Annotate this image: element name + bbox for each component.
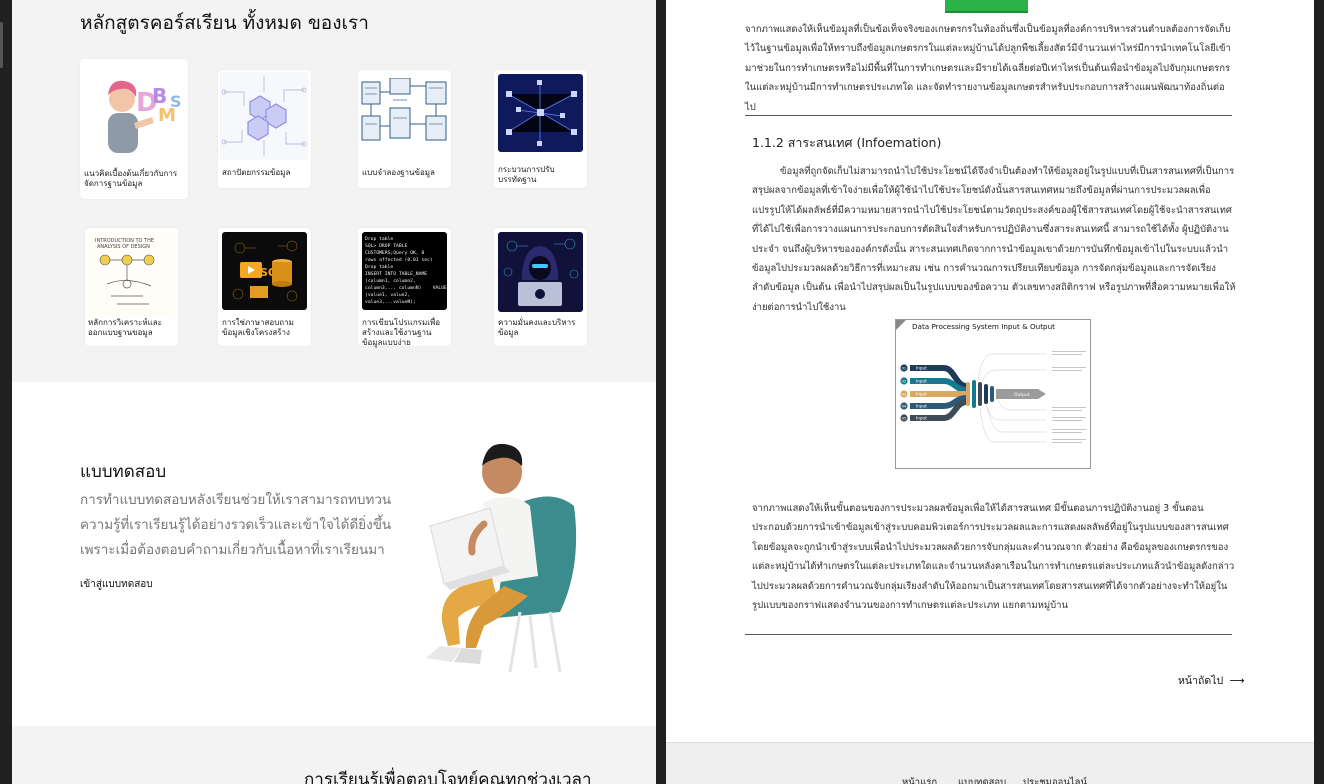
figure-placeholder-text	[1052, 417, 1086, 418]
course-card-normalization[interactable]: กระบวนการปรับบรรทัดฐาน	[494, 70, 587, 188]
quiz-entry-link[interactable]: เข้าสู่แบบทดสอบ	[80, 577, 153, 592]
sql-database-icon: SQL	[222, 232, 307, 310]
figure-placeholder-text	[1052, 429, 1086, 430]
top-accent-bar	[945, 0, 1028, 13]
course-page: หลักสูตรคอร์สเรียน ทั้งหมด ของเรา D B M …	[12, 0, 656, 784]
figure-callout-line	[981, 369, 1046, 383]
footer: หน้าแรก แบบทดสอบ ประชุมออนไลน์	[666, 742, 1314, 784]
screen: หลักสูตรคอร์สเรียน ทั้งหมด ของเรา D B M …	[0, 0, 1324, 784]
course-card-sql-query[interactable]: SQL การใช่ภาษาสอบถามข้อมูลเชิงโครงสร้าง	[218, 228, 311, 346]
course-card-db-programming[interactable]: Drop table SQL> DROP TABLE CUSTOMERS;Que…	[358, 228, 451, 347]
footer-link-quiz[interactable]: แบบทดสอบ	[958, 775, 1006, 784]
sql-terminal-icon: Drop table SQL> DROP TABLE CUSTOMERS;Que…	[362, 232, 447, 310]
course-card-dbms-concepts[interactable]: D B M S แนวคิดเบื้องต้นเกี่ยวกับการจัดกา…	[80, 59, 188, 199]
course-card-caption: การใช่ภาษาสอบถามข้อมูลเชิงโครงสร้าง	[222, 318, 294, 337]
figure-step-number: 01	[902, 367, 907, 371]
figure-placeholder-text	[1052, 442, 1082, 443]
figure-title: Data Processing System Input & Output	[912, 322, 1055, 331]
divider	[745, 115, 1232, 116]
lesson-paragraph-2: ข้อมูลที่ถูกจัดเก็บไม่สามารถนำไปใช้ประโย…	[752, 166, 1236, 313]
svg-text:S: S	[170, 92, 182, 111]
next-page-link[interactable]: หน้าถัดไป ⟶	[1178, 672, 1245, 689]
figure-step-number: 05	[902, 417, 907, 421]
figure-flows: 01 Input 02 Input 03 Input 04 Input 05 Input	[900, 364, 967, 422]
figure-step-number: 04	[902, 405, 907, 409]
figure-placeholder-text	[1052, 367, 1086, 368]
figure-callout-line	[985, 403, 1046, 421]
lesson-page: จากภาพแสดงให้เห็นข้อมูลที่เป็นข้อเท็จจริ…	[666, 0, 1314, 784]
quiz-description: การทำแบบทดสอบหลังเรียนช่วยให้เราสามารถทบ…	[80, 492, 392, 558]
lesson-paragraph-1: จากภาพแสดงให้เห็นข้อมูลที่เป็นข้อเท็จจริ…	[745, 24, 1231, 113]
figure-corner-mark	[896, 320, 906, 330]
courses-section: หลักสูตรคอร์สเรียน ทั้งหมด ของเรา D B M …	[12, 0, 656, 382]
circuit-hexagon-icon	[220, 72, 308, 160]
course-card-caption: แบบจำลองฐานข้อมูล	[362, 168, 435, 177]
course-card-security[interactable]: ความมั่นคงและบริหารข้อมูล	[494, 228, 587, 346]
sql-terminal-text: Drop table SQL> DROP TABLE CUSTOMERS;Que…	[365, 237, 447, 305]
next-page-label: หน้าถัดไป	[1178, 675, 1224, 687]
svg-text:ANALYSIS OF DESIGN: ANALYSIS OF DESIGN	[97, 244, 150, 250]
figure-placeholder-text	[1052, 432, 1082, 433]
learning-section-title: การเรียนรู้เพื่อตอบโจทย์คุณทุกช่วงเวลา	[304, 770, 592, 784]
figure-input-label: Input	[916, 379, 927, 384]
data-processing-figure: Data Processing System Input & Output 01…	[895, 319, 1091, 469]
figure-callout-line	[979, 407, 1046, 443]
course-card-analysis-design[interactable]: INTRODUCTION TO THE ANALYSIS OF DESIGN ห…	[85, 228, 178, 346]
figure-placeholder-text	[1052, 370, 1082, 371]
figure-placeholder-text	[1052, 354, 1082, 355]
quiz-title: แบบทดสอบ	[80, 462, 167, 482]
courses-title: หลักสูตรคอร์สเรียน ทั้งหมด ของเรา	[80, 12, 369, 34]
divider	[745, 634, 1232, 635]
figure-placeholder-text	[1052, 420, 1082, 421]
figure-placeholder-text	[1052, 410, 1082, 411]
footer-link-online-meeting[interactable]: ประชุมออนไลน์	[1023, 775, 1087, 784]
learning-section: การเรียนรู้เพื่อตอบโจทย์คุณทุกช่วงเวลา	[12, 726, 656, 784]
figure-input-label: Input	[916, 366, 927, 371]
course-card-caption: กระบวนการปรับบรรทัดฐาน	[498, 165, 555, 184]
figure-placeholder-text	[1052, 351, 1086, 352]
student-laptop-illustration	[400, 436, 590, 676]
side-handle[interactable]	[0, 22, 3, 68]
network-cubes-icon	[498, 74, 583, 152]
figure-step-number: 02	[902, 380, 907, 384]
data-model-diagram-icon	[360, 78, 449, 144]
hacker-hood-icon	[498, 232, 583, 312]
footer-link-home[interactable]: หน้าแรก	[902, 775, 937, 784]
figure-input-label: Input	[916, 392, 927, 397]
course-card-data-model[interactable]: แบบจำลองฐานข้อมูล	[358, 70, 451, 188]
figure-processor	[966, 380, 994, 408]
dbms-character-icon: D B M S	[86, 65, 182, 161]
figure-input-label: Input	[916, 416, 927, 421]
course-card-caption: หลักการวิเคราะห์และออกแบบฐานขอมูล	[88, 318, 162, 337]
course-card-caption: การเขียนโปรแกรมเพื่อสร้างและใช้งานฐานข้อ…	[362, 318, 441, 347]
figure-output-label: Output	[1014, 392, 1030, 398]
course-card-caption: แนวคิดเบื้องต้นเกี่ยวกับการจัดการฐานข้อม…	[84, 169, 178, 188]
figure-step-number: 03	[902, 393, 907, 397]
figure-callout-line	[977, 353, 1046, 381]
figure-placeholder-text	[1052, 439, 1086, 440]
figure-input-label: Input	[916, 404, 927, 409]
course-card-caption: ความมั่นคงและบริหารข้อมูล	[498, 318, 576, 337]
quiz-section: แบบทดสอบ การทำแบบทดสอบหลังเรียนช่วยให้เร…	[12, 382, 656, 726]
figure-placeholder-text	[1052, 407, 1086, 408]
course-card-data-architecture[interactable]: สถาปัตยกรรมข้อมูล	[218, 70, 311, 188]
lesson-paragraph-3: จากภาพแสดงให้เห็นขั้นตอนของการประมวลผลข้…	[752, 503, 1235, 612]
section-heading-information: 1.1.2 สาระสนเทศ (Infoemation)	[752, 135, 942, 150]
analysis-sketch-icon: INTRODUCTION TO THE ANALYSIS OF DESIGN	[87, 232, 175, 318]
arrow-right-icon: ⟶	[1229, 675, 1245, 687]
course-card-caption: สถาปัตยกรรมข้อมูล	[222, 168, 291, 177]
